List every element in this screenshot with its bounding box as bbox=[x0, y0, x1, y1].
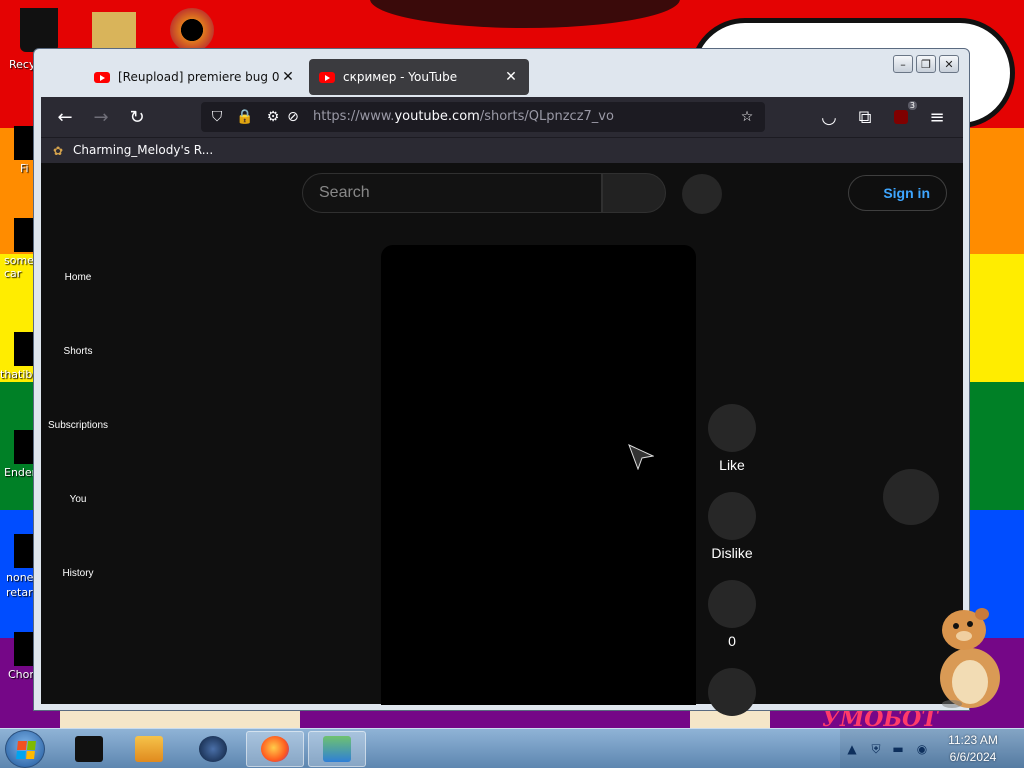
back-arrow-icon[interactable]: ← bbox=[53, 105, 77, 129]
security-shield-icon[interactable]: ⛨ bbox=[868, 741, 884, 757]
like-label: Like bbox=[719, 457, 745, 473]
youtube-favicon-icon bbox=[319, 71, 335, 83]
taskbar-app-media[interactable] bbox=[120, 731, 178, 767]
url-text[interactable]: https://www.youtube.com/shorts/QLpnzcz7_… bbox=[313, 109, 614, 124]
black-box-icon bbox=[75, 736, 103, 762]
comments-count: 0 bbox=[728, 633, 736, 649]
desktop-icon-folder[interactable] bbox=[92, 12, 142, 50]
navigation-toolbar: ← → ↻ ⛉ 🔒 ⚙ ⊘ https://www.youtube.com/sh… bbox=[41, 97, 963, 137]
browser-window: [Reupload] premiere bug 01 - YouTube ✕ с… bbox=[33, 48, 970, 716]
globe-icon bbox=[199, 736, 227, 762]
bookmark-star-icon[interactable]: ☆ bbox=[737, 107, 757, 127]
network-icon[interactable]: ◉ bbox=[914, 741, 930, 757]
taskbar-clock[interactable]: 11:23 AM 6/6/2024 bbox=[930, 732, 1016, 766]
like-button[interactable] bbox=[708, 404, 756, 452]
start-button[interactable] bbox=[5, 730, 45, 768]
lock-icon[interactable]: 🔒 bbox=[235, 107, 255, 127]
media-player-icon bbox=[135, 736, 163, 762]
maximize-button[interactable]: ❐ bbox=[916, 55, 936, 73]
users-icon bbox=[323, 736, 351, 762]
browser-viewport: ← → ↻ ⛉ 🔒 ⚙ ⊘ https://www.youtube.com/sh… bbox=[41, 97, 963, 716]
taskbar-app-firefox[interactable] bbox=[246, 731, 304, 767]
tab-strip: [Reupload] premiere bug 01 - YouTube ✕ с… bbox=[42, 55, 922, 97]
youtube-page: Sign in Home Shorts Subscriptions You Hi… bbox=[41, 164, 963, 716]
close-tab-icon[interactable]: ✕ bbox=[503, 69, 519, 85]
desktop-icon-browser[interactable] bbox=[170, 8, 220, 52]
mouse-cursor-icon bbox=[628, 444, 654, 470]
bookmarks-toolbar: ✿ Charming_Melody's R... bbox=[41, 137, 963, 163]
forward-arrow-icon[interactable]: → bbox=[89, 105, 113, 129]
search-box bbox=[302, 173, 602, 213]
taskbar-app-globe[interactable] bbox=[184, 731, 242, 767]
clock-time: 11:23 AM bbox=[948, 733, 998, 747]
taskbar-app-terminal[interactable] bbox=[60, 731, 118, 767]
share-button[interactable] bbox=[708, 668, 756, 716]
taskbar: ▲ ⛨ ▬ ◉ 11:23 AM 6/6/2024 bbox=[0, 728, 1024, 768]
sidebar-item-shorts[interactable]: Shorts bbox=[41, 346, 115, 357]
comments-button[interactable] bbox=[708, 580, 756, 628]
window-controls: – ❐ ✕ bbox=[893, 55, 959, 73]
folder-icon bbox=[92, 12, 136, 50]
tab-screamer[interactable]: скример - YouTube ✕ bbox=[309, 59, 529, 95]
firefox-icon bbox=[261, 736, 289, 762]
extensions-icon[interactable]: ⧉ bbox=[853, 105, 877, 129]
shorts-video-player[interactable] bbox=[381, 245, 696, 705]
bookmark-item[interactable]: ✿ Charming_Melody's R... bbox=[53, 143, 214, 158]
voice-search-button[interactable] bbox=[682, 174, 722, 214]
address-bar[interactable]: ⛉ 🔒 ⚙ ⊘ https://www.youtube.com/shorts/Q… bbox=[201, 102, 765, 132]
tab-title: скример - YouTube bbox=[343, 70, 458, 84]
dislike-button[interactable] bbox=[708, 492, 756, 540]
shield-icon[interactable]: ⛉ bbox=[207, 107, 227, 127]
extension-badge-count: 3 bbox=[907, 101, 917, 110]
bookmark-label: Charming_Melody's R... bbox=[73, 143, 214, 157]
show-hidden-icons-icon[interactable]: ▲ bbox=[844, 741, 860, 757]
autoplay-blocked-icon[interactable]: ⊘ bbox=[283, 107, 303, 127]
youtube-favicon-icon bbox=[94, 71, 110, 83]
dislike-label: Dislike bbox=[711, 545, 753, 561]
close-window-button[interactable]: ✕ bbox=[939, 55, 959, 73]
sign-in-button[interactable]: Sign in bbox=[848, 175, 947, 211]
reload-icon[interactable]: ↻ bbox=[125, 105, 149, 129]
sidebar-item-home[interactable]: Home bbox=[41, 272, 115, 283]
pocket-icon[interactable]: ◡ bbox=[817, 105, 841, 129]
action-center-icon[interactable]: ▬ bbox=[890, 741, 906, 757]
next-short-button[interactable] bbox=[883, 469, 939, 525]
search-input[interactable] bbox=[319, 174, 589, 212]
clock-date: 6/6/2024 bbox=[949, 750, 997, 764]
ublock-icon[interactable]: 3 bbox=[889, 101, 917, 129]
sidebar-item-you[interactable]: You bbox=[41, 494, 115, 505]
minimize-button[interactable]: – bbox=[893, 55, 913, 73]
menu-icon[interactable]: ≡ bbox=[925, 105, 949, 129]
browser-icon bbox=[170, 8, 214, 52]
hamster-sticker bbox=[940, 608, 1000, 708]
tab-title: [Reupload] premiere bug 01 - YouTube bbox=[118, 70, 280, 84]
taskbar-app-users[interactable] bbox=[308, 731, 366, 767]
windows-logo-icon bbox=[16, 741, 36, 759]
close-tab-icon[interactable]: ✕ bbox=[280, 69, 296, 85]
permissions-icon[interactable]: ⚙ bbox=[263, 107, 283, 127]
bookmark-favicon-icon: ✿ bbox=[53, 144, 64, 158]
recycle-bin-icon bbox=[20, 8, 58, 52]
search-button[interactable] bbox=[602, 173, 666, 213]
sidebar-item-subscriptions[interactable]: Subscriptions bbox=[41, 420, 115, 431]
tab-reupload[interactable]: [Reupload] premiere bug 01 - YouTube ✕ bbox=[84, 59, 306, 95]
sidebar-item-history[interactable]: History bbox=[41, 568, 115, 579]
